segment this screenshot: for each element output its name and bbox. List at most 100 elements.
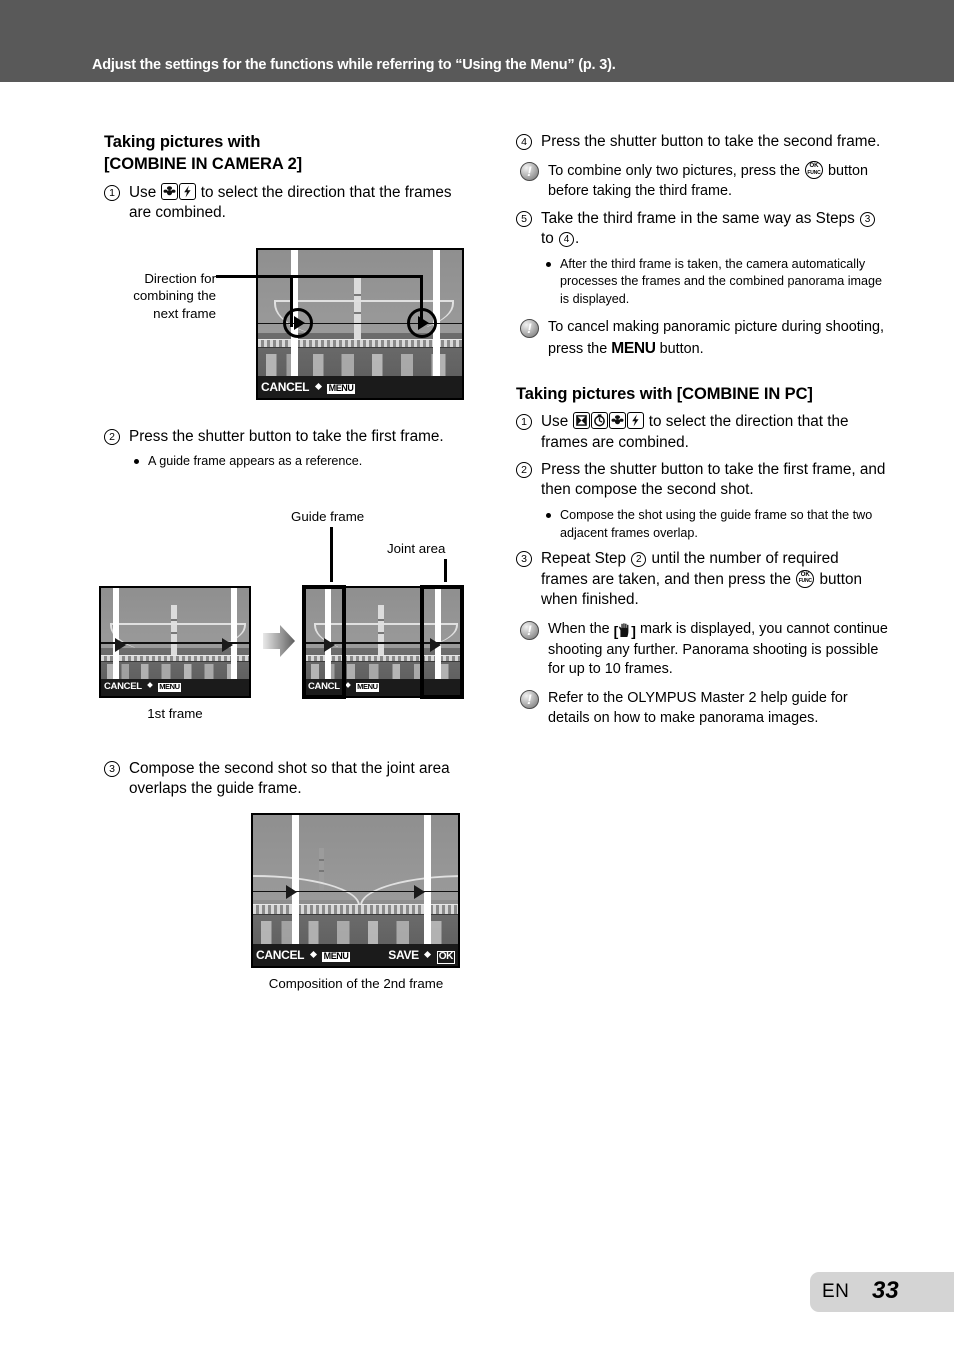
bullet-auto-process-frames: After the third frame is taken, the came… bbox=[544, 256, 888, 310]
menu-button-label: MENU bbox=[611, 339, 656, 357]
note-olympus-master-help: Refer to the OLYMPUS Master 2 help guide… bbox=[516, 689, 888, 728]
left-column: Taking pictures with [COMBINE IN CAMERA … bbox=[104, 132, 476, 223]
step-text: Compose the second shot so that the join… bbox=[129, 760, 450, 798]
figure-second-frame: CANCL MENU bbox=[302, 585, 464, 699]
camera-screen-first-frame: CANCEL MENU bbox=[99, 586, 251, 698]
caption-composition-second-frame: Composition of the 2nd frame bbox=[268, 976, 444, 991]
step-reference-4: 4 bbox=[559, 232, 575, 248]
step-number: 1 bbox=[104, 184, 120, 201]
note-cancel-panorama: To cancel making panoramic picture durin… bbox=[516, 318, 888, 359]
osd-diamond-icon bbox=[424, 951, 432, 959]
camera-screen-direction: CANCEL MENU bbox=[256, 248, 464, 400]
exposure-compensation-button-icon bbox=[572, 412, 590, 430]
direction-arrow-left bbox=[286, 885, 297, 899]
leader-joint-area bbox=[444, 559, 447, 582]
direction-button-icons bbox=[160, 182, 196, 201]
camera-osd-bar: CANCEL MENU bbox=[258, 376, 462, 398]
camera-osd-bar: CANCEL MENU SAVE OK bbox=[253, 944, 458, 966]
exclamation-note-icon bbox=[520, 690, 539, 710]
section-title-combine-in-camera-2: Taking pictures with [COMBINE IN CAMERA … bbox=[104, 132, 476, 176]
camera-screen-composition: CANCEL MENU SAVE OK bbox=[251, 813, 460, 968]
bullet-compose-overlap: Compose the shot using the guide frame s… bbox=[544, 507, 888, 543]
callout-line-down-left bbox=[290, 275, 293, 327]
label-joint-area: Joint area bbox=[387, 541, 446, 556]
ok-func-button-icon: OK FUNC bbox=[796, 569, 815, 588]
direction-arrow-right bbox=[222, 638, 233, 652]
footer-page-number: 33 bbox=[872, 1277, 899, 1304]
section-title-line-1: Taking pictures with bbox=[104, 133, 261, 151]
osd-cancel-label: CANCEL bbox=[261, 380, 310, 394]
step-3-pc: 3 Repeat Step 2 until the number of requ… bbox=[516, 549, 888, 610]
direction-arrow-right bbox=[414, 885, 425, 899]
direction-button-icons-pc bbox=[572, 412, 644, 430]
footer-language-label: EN bbox=[822, 1281, 850, 1302]
section-title-line-2: [COMBINE IN CAMERA 2] bbox=[104, 154, 303, 173]
osd-menu-badge: MENU bbox=[327, 383, 356, 395]
step-1-pc: 1 Use to select the direction that the f… bbox=[516, 412, 888, 453]
callout-line-top bbox=[290, 275, 422, 278]
func-label: FUNC bbox=[798, 578, 812, 585]
step-number: 4 bbox=[516, 134, 532, 150]
step-text-part-1: Repeat Step bbox=[541, 550, 627, 568]
step-reference-3: 3 bbox=[860, 211, 875, 227]
callout-label-line-1: Direction for bbox=[144, 271, 216, 286]
figure-direction-for-combining: CANCEL MENU bbox=[256, 248, 464, 400]
osd-diamond-icon bbox=[309, 951, 317, 959]
step-text-before-icons: Use bbox=[541, 413, 569, 431]
step-number: 5 bbox=[516, 210, 532, 227]
macro-button-icon bbox=[160, 182, 178, 200]
note-text-part-1: To combine only two pictures, press the bbox=[548, 163, 800, 180]
note-text-part-1: When the bbox=[548, 620, 610, 637]
osd-cancel-group: CANCEL MENU bbox=[256, 946, 351, 964]
note-text: Refer to the OLYMPUS Master 2 help guide… bbox=[548, 690, 848, 726]
step-5-camera2: 5 Take the third frame in the same way a… bbox=[516, 209, 888, 250]
osd-cancel-label: CANCEL bbox=[104, 681, 142, 692]
step-1-camera2: 1 Use to select the direction that the f… bbox=[104, 182, 476, 224]
callout-label-line-3: next frame bbox=[153, 305, 216, 321]
ok-func-button-icon: OK FUNC bbox=[804, 161, 823, 180]
step-3-camera2: 3 Compose the second shot so that the jo… bbox=[104, 759, 476, 800]
figure-composition-second-frame: CANCEL MENU SAVE OK bbox=[251, 813, 460, 968]
joint-area-bracket-left bbox=[302, 585, 346, 699]
note-hand-mark-limit: When the [] mark is displayed, you canno… bbox=[516, 620, 888, 681]
step-text-part-1: Take the third frame in the same way as … bbox=[541, 209, 855, 227]
note-text-part-1: To cancel making panoramic picture durin… bbox=[548, 319, 884, 357]
step-text-before-icons: Use bbox=[129, 183, 157, 201]
page-header-title: Adjust the settings for the functions wh… bbox=[92, 57, 616, 73]
step-4-camera2: 4 Press the shutter button to take the s… bbox=[516, 132, 888, 152]
osd-save-group: SAVE OK bbox=[388, 946, 455, 964]
horizon-guide-line bbox=[253, 890, 458, 892]
label-guide-frame: Guide frame bbox=[291, 509, 365, 524]
osd-menu-badge: MENU bbox=[322, 951, 351, 963]
step-2-camera2: 2 Press the shutter button to take the f… bbox=[104, 427, 476, 447]
leader-guide-frame bbox=[330, 527, 333, 582]
step-text: Press the shutter button to take the sec… bbox=[541, 133, 881, 150]
step-text: Press the shutter button to take the fir… bbox=[541, 461, 886, 499]
osd-diamond-icon bbox=[146, 681, 153, 688]
exclamation-note-icon bbox=[520, 620, 539, 640]
osd-menu-badge: MENU bbox=[157, 682, 182, 692]
callout-label-direction: Direction for combining the next frame bbox=[120, 270, 216, 322]
hand-glyph bbox=[618, 622, 631, 638]
flash-button-icon bbox=[626, 412, 644, 430]
step-number: 1 bbox=[516, 414, 532, 431]
osd-cancel-group: CANCEL MENU bbox=[261, 378, 356, 396]
func-label: FUNC bbox=[807, 169, 821, 176]
bracket-close: ] bbox=[631, 622, 636, 639]
step-2-block: 2 Press the shutter button to take the f… bbox=[104, 420, 476, 471]
step-2-pc: 2 Press the shutter button to take the f… bbox=[516, 460, 888, 501]
osd-diamond-icon bbox=[314, 383, 322, 391]
scene-bridge-deck bbox=[101, 654, 249, 662]
osd-save-label: SAVE bbox=[388, 948, 419, 962]
direction-arrow-left bbox=[115, 638, 126, 652]
callout-label-line-2: combining the bbox=[133, 288, 216, 304]
step-text-mid: to bbox=[541, 230, 554, 248]
figure-first-frame: CANCEL MENU bbox=[99, 586, 251, 698]
osd-cancel-group: CANCEL MENU bbox=[104, 676, 182, 694]
osd-cancel-label: CANCEL bbox=[256, 948, 305, 962]
step-number: 2 bbox=[104, 429, 120, 445]
hand-stop-mark-icon: [] bbox=[614, 622, 636, 641]
transition-arrow-icon bbox=[263, 624, 295, 658]
bullet-guide-frame-reference: A guide frame appears as a reference. bbox=[132, 453, 476, 471]
note-text-part-2: button. bbox=[659, 340, 704, 357]
